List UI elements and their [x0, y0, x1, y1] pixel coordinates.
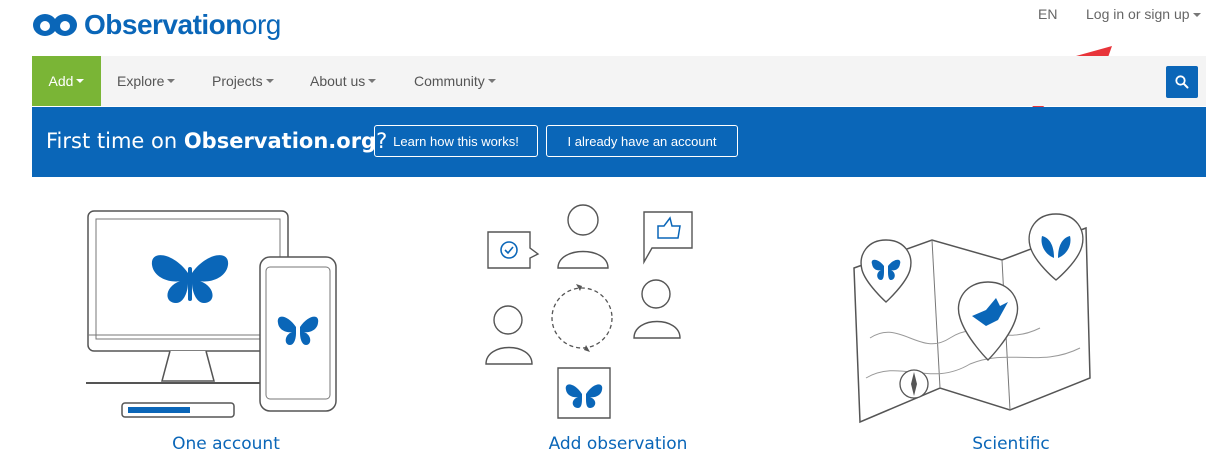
devices-butterfly-icon [86, 210, 337, 418]
chevron-down-icon [167, 79, 176, 83]
main-nav: Add Explore Projects About us Community [32, 56, 1206, 106]
login-signup-dropdown[interactable]: Log in or sign up [1086, 6, 1201, 22]
community-cycle-icon [485, 204, 693, 419]
nav-projects[interactable]: Projects [212, 56, 274, 106]
already-have-account-button[interactable]: I already have an account [546, 125, 738, 157]
nav-explore[interactable]: Explore [117, 56, 176, 106]
chevron-down-icon [487, 79, 496, 83]
chevron-down-icon [265, 79, 274, 83]
map-pins-icon [853, 213, 1091, 424]
feature-caption-add-observation: Add observation [548, 434, 688, 454]
nav-about-us[interactable]: About us [310, 56, 377, 106]
feature-caption-scientific: Scientific [972, 434, 1050, 454]
search-button[interactable] [1166, 66, 1198, 98]
site-logo[interactable]: Observationorg [32, 8, 281, 42]
learn-how-button[interactable]: Learn how this works! [374, 125, 538, 157]
language-selector[interactable]: EN [1038, 6, 1057, 22]
chevron-down-icon [1192, 13, 1201, 18]
chevron-down-icon [76, 79, 85, 83]
feature-caption-one-account: One account [172, 434, 280, 454]
logo-text: Observationorg [84, 9, 281, 40]
first-time-banner: First time on Observation.org? Learn how… [32, 107, 1206, 177]
chevron-down-icon [368, 79, 377, 83]
search-icon [1175, 75, 1189, 89]
nav-add[interactable]: Add [32, 56, 101, 106]
nav-community[interactable]: Community [414, 56, 496, 106]
banner-heading: First time on Observation.org? [46, 129, 388, 153]
logo-butterfly-icon [33, 14, 77, 36]
